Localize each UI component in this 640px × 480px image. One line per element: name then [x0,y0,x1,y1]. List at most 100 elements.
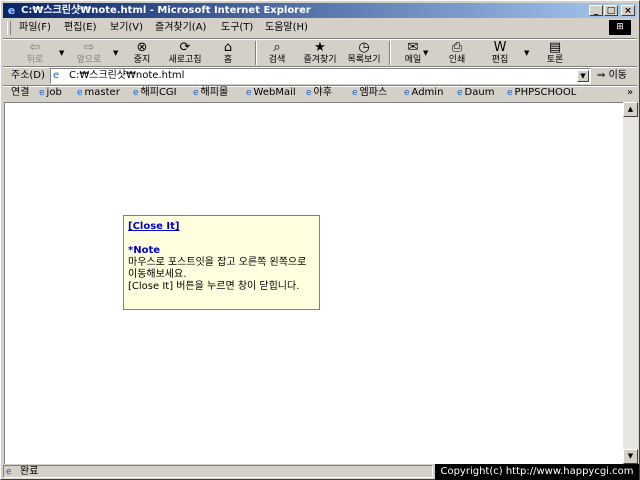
links-bar: 연결 e job e master e 해피CGI e 해피몰 e WebMail e 야후… [3,85,637,101]
favorites-label: 즐겨찾기 [303,55,337,65]
link-item[interactable]: e master [77,86,120,100]
history-icon: ◷ [358,40,370,55]
link-item[interactable]: e 해피CGI [133,86,177,100]
search-icon: ⌕ [273,40,281,55]
back-arrow-icon: ⇦ [29,40,41,55]
mail-icon: ✉ [407,40,419,55]
vertical-scrollbar[interactable]: ▲ ▼ [623,102,638,464]
link-item[interactable]: e 야후 [306,86,332,100]
address-value[interactable]: C:₩스크린샷₩note.html [69,69,184,83]
scroll-down-icon[interactable]: ▼ [623,449,638,464]
address-dropdown-icon[interactable]: ▼ [577,70,589,82]
note-title: *Note [128,245,161,256]
windows-logo-icon: ⊞ [609,20,631,35]
note-body-line: 마우스로 포스트잇을 잡고 오른쪽 왼쪽으로 이동해보세요. [128,257,307,280]
status-text: 완료 [20,466,39,477]
discuss-button[interactable]: ▤ 토론 [535,39,575,67]
ie-page-icon: e [7,4,16,17]
forward-dropdown-icon[interactable]: ▼ [113,49,118,57]
discuss-icon: ▤ [548,40,562,55]
link-page-icon: e [77,88,83,98]
menu-help[interactable]: 도움말(H) [265,21,308,35]
print-icon: ⎙ [451,40,463,55]
links-label: 연결 [11,87,30,98]
post-it-note[interactable]: [Close It] *Note 마우스로 포스트잇을 잡고 오른쪽 왼쪽으로 … [123,215,320,310]
forward-label: 앞으로 [76,55,102,65]
menu-edit[interactable]: 편집(E) [64,21,97,35]
title-bar[interactable]: e C:₩스크린샷₩note.html - Microsoft Internet… [3,3,637,18]
window-title: C:₩스크린샷₩note.html - Microsoft Internet E… [21,5,311,16]
stop-button[interactable]: ⊗ 중지 [122,39,162,67]
toolbar-separator [389,41,391,65]
link-page-icon: e [507,88,513,98]
link-item[interactable]: e job [39,86,62,100]
go-arrow-icon: ⇒ [597,70,606,81]
favorites-icon: ★ [314,40,326,55]
go-label: 이동 [608,70,627,81]
discuss-label: 토론 [546,55,564,65]
link-item[interactable]: e WebMail [246,86,296,100]
history-label: 목록보기 [347,55,381,65]
address-label: 주소(D) [11,70,45,81]
links-more-icon[interactable]: » [627,86,633,100]
home-icon: ⌂ [223,40,233,55]
go-button[interactable]: ⇒ 이동 [597,69,627,83]
edit-label: 편집 [491,55,509,65]
refresh-icon: ⟳ [179,40,191,55]
refresh-button[interactable]: ⟳ 새로고침 [165,39,205,67]
link-page-icon: e [246,88,252,98]
stop-icon: ⊗ [136,40,148,55]
close-it-link[interactable]: [Close It] [128,221,315,233]
link-item[interactable]: e 해피몰 [193,86,228,100]
print-button[interactable]: ⎙ 인쇄 [437,39,477,67]
home-button[interactable]: ⌂ 홈 [208,39,248,67]
minimize-button[interactable]: _ [589,5,603,16]
link-page-icon: e [39,88,45,98]
menu-bar: 파일(F) 편집(E) 보기(V) 즐겨찾기(A) 도구(T) 도움말(H) ⊞ [3,19,637,37]
link-page-icon: e [457,88,463,98]
link-page-icon: e [133,88,139,98]
browser-window: e C:₩스크린샷₩note.html - Microsoft Internet… [0,0,640,480]
search-button[interactable]: ⌕ 검색 [257,39,297,67]
menu-tools[interactable]: 도구(T) [221,21,253,35]
stop-label: 중지 [133,55,151,65]
page-icon: e [53,70,60,81]
edit-dropdown-icon[interactable]: ▼ [524,49,529,57]
link-page-icon: e [306,88,312,98]
link-item[interactable]: e PHPSCHOOL [507,86,576,100]
address-bar: 주소(D) e C:₩스크린샷₩note.html ▼ ⇒ 이동 [3,67,637,85]
menu-view[interactable]: 보기(V) [110,21,143,35]
copyright-banner: Copyright(c) http://www.happycgi.com [435,464,639,480]
link-item[interactable]: e Daum [457,86,494,100]
refresh-label: 새로고침 [168,55,202,65]
address-input[interactable]: e C:₩스크린샷₩note.html ▼ [50,68,591,84]
menu-favorites[interactable]: 즐겨찾기(A) [155,21,206,35]
link-item[interactable]: e Admin [404,86,443,100]
link-page-icon: e [193,88,199,98]
maximize-button[interactable]: □ [604,5,618,16]
link-page-icon: e [352,88,358,98]
scroll-up-icon[interactable]: ▲ [623,102,638,117]
mail-dropdown-icon[interactable]: ▼ [423,49,428,57]
edit-icon: W [493,40,507,55]
forward-arrow-icon: ⇨ [83,40,95,55]
menu-grip-icon [7,21,11,35]
history-button[interactable]: ◷ 목록보기 [344,39,384,67]
search-label: 검색 [268,55,286,65]
print-label: 인쇄 [448,55,466,65]
note-body-line: [Close It] 버튼을 누르면 창이 닫힙니다. [128,281,300,292]
link-page-icon: e [404,88,410,98]
link-item[interactable]: e 엠파스 [352,86,387,100]
menu-file[interactable]: 파일(F) [19,21,51,35]
favorites-button[interactable]: ★ 즐겨찾기 [300,39,340,67]
forward-button[interactable]: ⇨ 앞으로 [69,39,109,67]
standard-toolbar: ⇦ 뒤로 ▼ ⇨ 앞으로 ▼ ⊗ 중지 ⟳ 새로고침 ⌂ 홈 ⌕ 검색 ★ 즐겨… [3,39,637,67]
status-page-icon: e [6,467,12,477]
close-window-button[interactable]: × [621,5,635,16]
back-label: 뒤로 [26,55,44,65]
home-label: 홈 [223,55,233,65]
status-cell: e 완료 [3,465,433,478]
edit-button[interactable]: W 편집 [480,39,520,67]
back-dropdown-icon[interactable]: ▼ [59,49,64,57]
back-button[interactable]: ⇦ 뒤로 [15,39,55,67]
